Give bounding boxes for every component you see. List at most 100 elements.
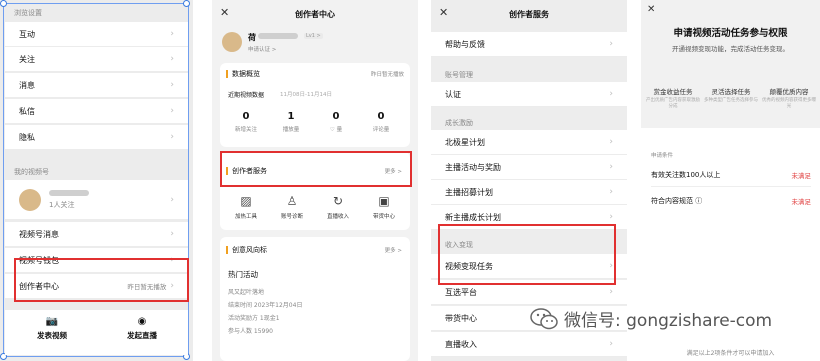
condition-row: 符合内容规范 ⓘ 未满足 — [651, 196, 811, 206]
more-link[interactable]: 更多 > — [385, 246, 402, 254]
chevron-right-icon: › — [170, 132, 174, 142]
apply-cert-link[interactable]: 申请认证 > — [248, 45, 276, 53]
item-label: 认证 — [445, 89, 461, 99]
chevron-right-icon: › — [609, 162, 613, 172]
creator-center-panel: ✕ 创作者中心 荷 Lv1 > 申请认证 > 数据概览 昨日暂无播放 近期视频数… — [212, 0, 418, 361]
inspiration-card: 创意风向标 更多 > 热门活动 风又起叶落地 结束时间 2023年12月04日 … — [220, 237, 410, 361]
close-icon[interactable]: ✕ — [647, 4, 655, 15]
settings-item-dm[interactable]: 私信 › — [5, 99, 188, 124]
post-video-button[interactable]: 📷 发表视频 — [27, 316, 77, 341]
settings-item-privacy[interactable]: 隐私 › — [5, 125, 188, 150]
camera-icon: 📷 — [45, 316, 59, 327]
item-label: 新主播成长计划 — [445, 212, 501, 222]
item-label: 主播招募计划 — [445, 187, 493, 197]
hot-line: 参与人数 15990 — [228, 328, 273, 335]
start-live-button[interactable]: ◉ 发起直播 — [117, 316, 167, 341]
group-label: 账号管理 — [445, 71, 473, 79]
conditions-label: 申请条件 — [651, 153, 674, 159]
my-channel-label: 我的视频号 — [14, 168, 49, 176]
blurred-name — [49, 189, 89, 196]
chevron-right-icon: › — [609, 137, 613, 147]
stat-likes: 0 ♡ 量 — [329, 111, 343, 133]
tool-live-income[interactable]: ↻ 直播收入 — [318, 194, 358, 220]
hot-activity-title[interactable]: 热门活动 — [228, 269, 258, 280]
channel-messages-item[interactable]: 视频号消息 › — [5, 222, 188, 247]
page-title: 申请视频活动任务参与权限 — [673, 28, 788, 39]
item-label: 带货中心 — [445, 313, 477, 323]
settings-item-follow[interactable]: 关注 › — [5, 47, 188, 72]
cert-item[interactable]: 认证 › — [431, 82, 627, 107]
wechat-me-settings-panel: 浏览设置 互动 › 关注 › 消息 › 私信 › 隐私 › 我的视频号 1人关注 › 视频… — [0, 0, 193, 361]
item-label: 北极星计划 — [445, 137, 485, 147]
chevron-right-icon: › — [609, 287, 613, 297]
chevron-right-icon: › — [170, 80, 174, 90]
group-label: 成长激励 — [445, 119, 473, 127]
recent-label: 近期视频数据 — [228, 92, 265, 99]
condition-status: 未满足 — [791, 172, 812, 180]
growth-item[interactable]: 北极星计划 › — [431, 130, 627, 155]
settings-item-interact[interactable]: 互动 › — [5, 22, 188, 47]
channel-info: 1人关注 — [49, 189, 89, 210]
feature-item: 灵活选择任务 多种类型广告任务选择参与 — [704, 88, 758, 103]
data-overview-card: 数据概览 昨日暂无播放 近期视频数据 11月08日-11月14日 0 新增关注 1… — [220, 63, 410, 147]
chevron-right-icon: › — [170, 194, 174, 205]
user-profile[interactable]: 荷 Lv1 > 申请认证 > — [222, 32, 412, 56]
card-title: 数据概览 — [226, 69, 260, 79]
condition-text: 符合内容规范 ⓘ — [651, 197, 703, 205]
avatar — [222, 32, 242, 52]
page-title: 创作者服务 — [509, 10, 549, 19]
growth-item[interactable]: 主播招募计划 › — [431, 180, 627, 205]
condition-text: 有效关注数100人以上 — [651, 171, 721, 179]
my-channel-card[interactable]: 1人关注 › — [5, 180, 188, 220]
item-label: 私信 — [19, 106, 35, 116]
footer-note: 满足以上2项条件才可以申请加入 — [686, 350, 775, 357]
screenshot-collage: 浏览设置 互动 › 关注 › 消息 › 私信 › 隐私 › 我的视频号 1人关注 › 视频… — [0, 0, 820, 361]
hot-line: 活动奖励方 1现金1 — [228, 315, 280, 322]
item-label: 消息 — [19, 80, 35, 90]
condition-status: 未满足 — [791, 198, 812, 206]
feature-item: 颠覆优质内容 优秀的视频内容获得更多曝光 — [762, 88, 816, 109]
card-right-text[interactable]: 昨日暂无播放 — [371, 70, 404, 78]
hot-line: 结束时间 2023年12月04日 — [228, 302, 303, 309]
chevron-right-icon: › — [609, 339, 613, 349]
follower-count: 1人关注 — [49, 200, 75, 209]
tool-shop[interactable]: ▣ 带货中心 — [364, 194, 404, 220]
watermark-text: 微信号: gongzishare-com — [564, 311, 773, 331]
item-label: 隐私 — [19, 132, 35, 142]
resize-handle[interactable] — [183, 0, 190, 7]
button-label: 发表视频 — [37, 331, 67, 340]
settings-item-messages[interactable]: 消息 › — [5, 73, 188, 98]
divider — [651, 186, 811, 187]
resize-handle[interactable] — [0, 0, 7, 7]
chevron-right-icon: › — [170, 229, 174, 239]
item-label: 关注 — [19, 54, 35, 64]
page-title: 创作者中心 — [295, 10, 335, 19]
user-name: 荷 — [248, 33, 256, 42]
blurred-name — [258, 33, 298, 39]
stat-plays: 1 播放量 — [282, 111, 300, 133]
refresh-icon: ↻ — [332, 194, 344, 208]
wechat-logo-icon — [530, 307, 558, 329]
chevron-right-icon: › — [609, 212, 613, 222]
income-item[interactable]: 直播收入 › — [431, 332, 627, 357]
bag-icon: ▣ — [378, 194, 390, 208]
page-subtitle: 开通视频变现功能，完成活动任务变现。 — [672, 45, 789, 53]
watermark: 微信号: gongzishare-com — [530, 306, 772, 331]
chevron-right-icon: › — [170, 29, 174, 39]
button-label: 发起直播 — [127, 331, 157, 340]
level-badge[interactable]: Lv1 > — [304, 33, 323, 39]
item-label: 互动 — [19, 29, 35, 39]
live-icon: ◉ — [137, 316, 147, 327]
date-range: 11月08日-11月14日 — [280, 92, 332, 98]
growth-item[interactable]: 主播活动与奖励 › — [431, 155, 627, 180]
chevron-right-icon: › — [609, 187, 613, 197]
chevron-right-icon: › — [170, 106, 174, 116]
highlight-box — [438, 224, 616, 285]
tool-diagnose[interactable]: ♙ 账号诊断 — [272, 194, 312, 220]
tool-heat[interactable]: ▨ 加热工具 — [226, 194, 266, 220]
help-feedback-item[interactable]: 帮助与反馈 › — [431, 32, 627, 57]
image-icon: ▨ — [240, 194, 252, 208]
condition-row: 有效关注数100人以上 未满足 — [651, 170, 811, 180]
item-label: 直播收入 — [445, 339, 477, 349]
item-label: 主播活动与奖励 — [445, 162, 501, 172]
